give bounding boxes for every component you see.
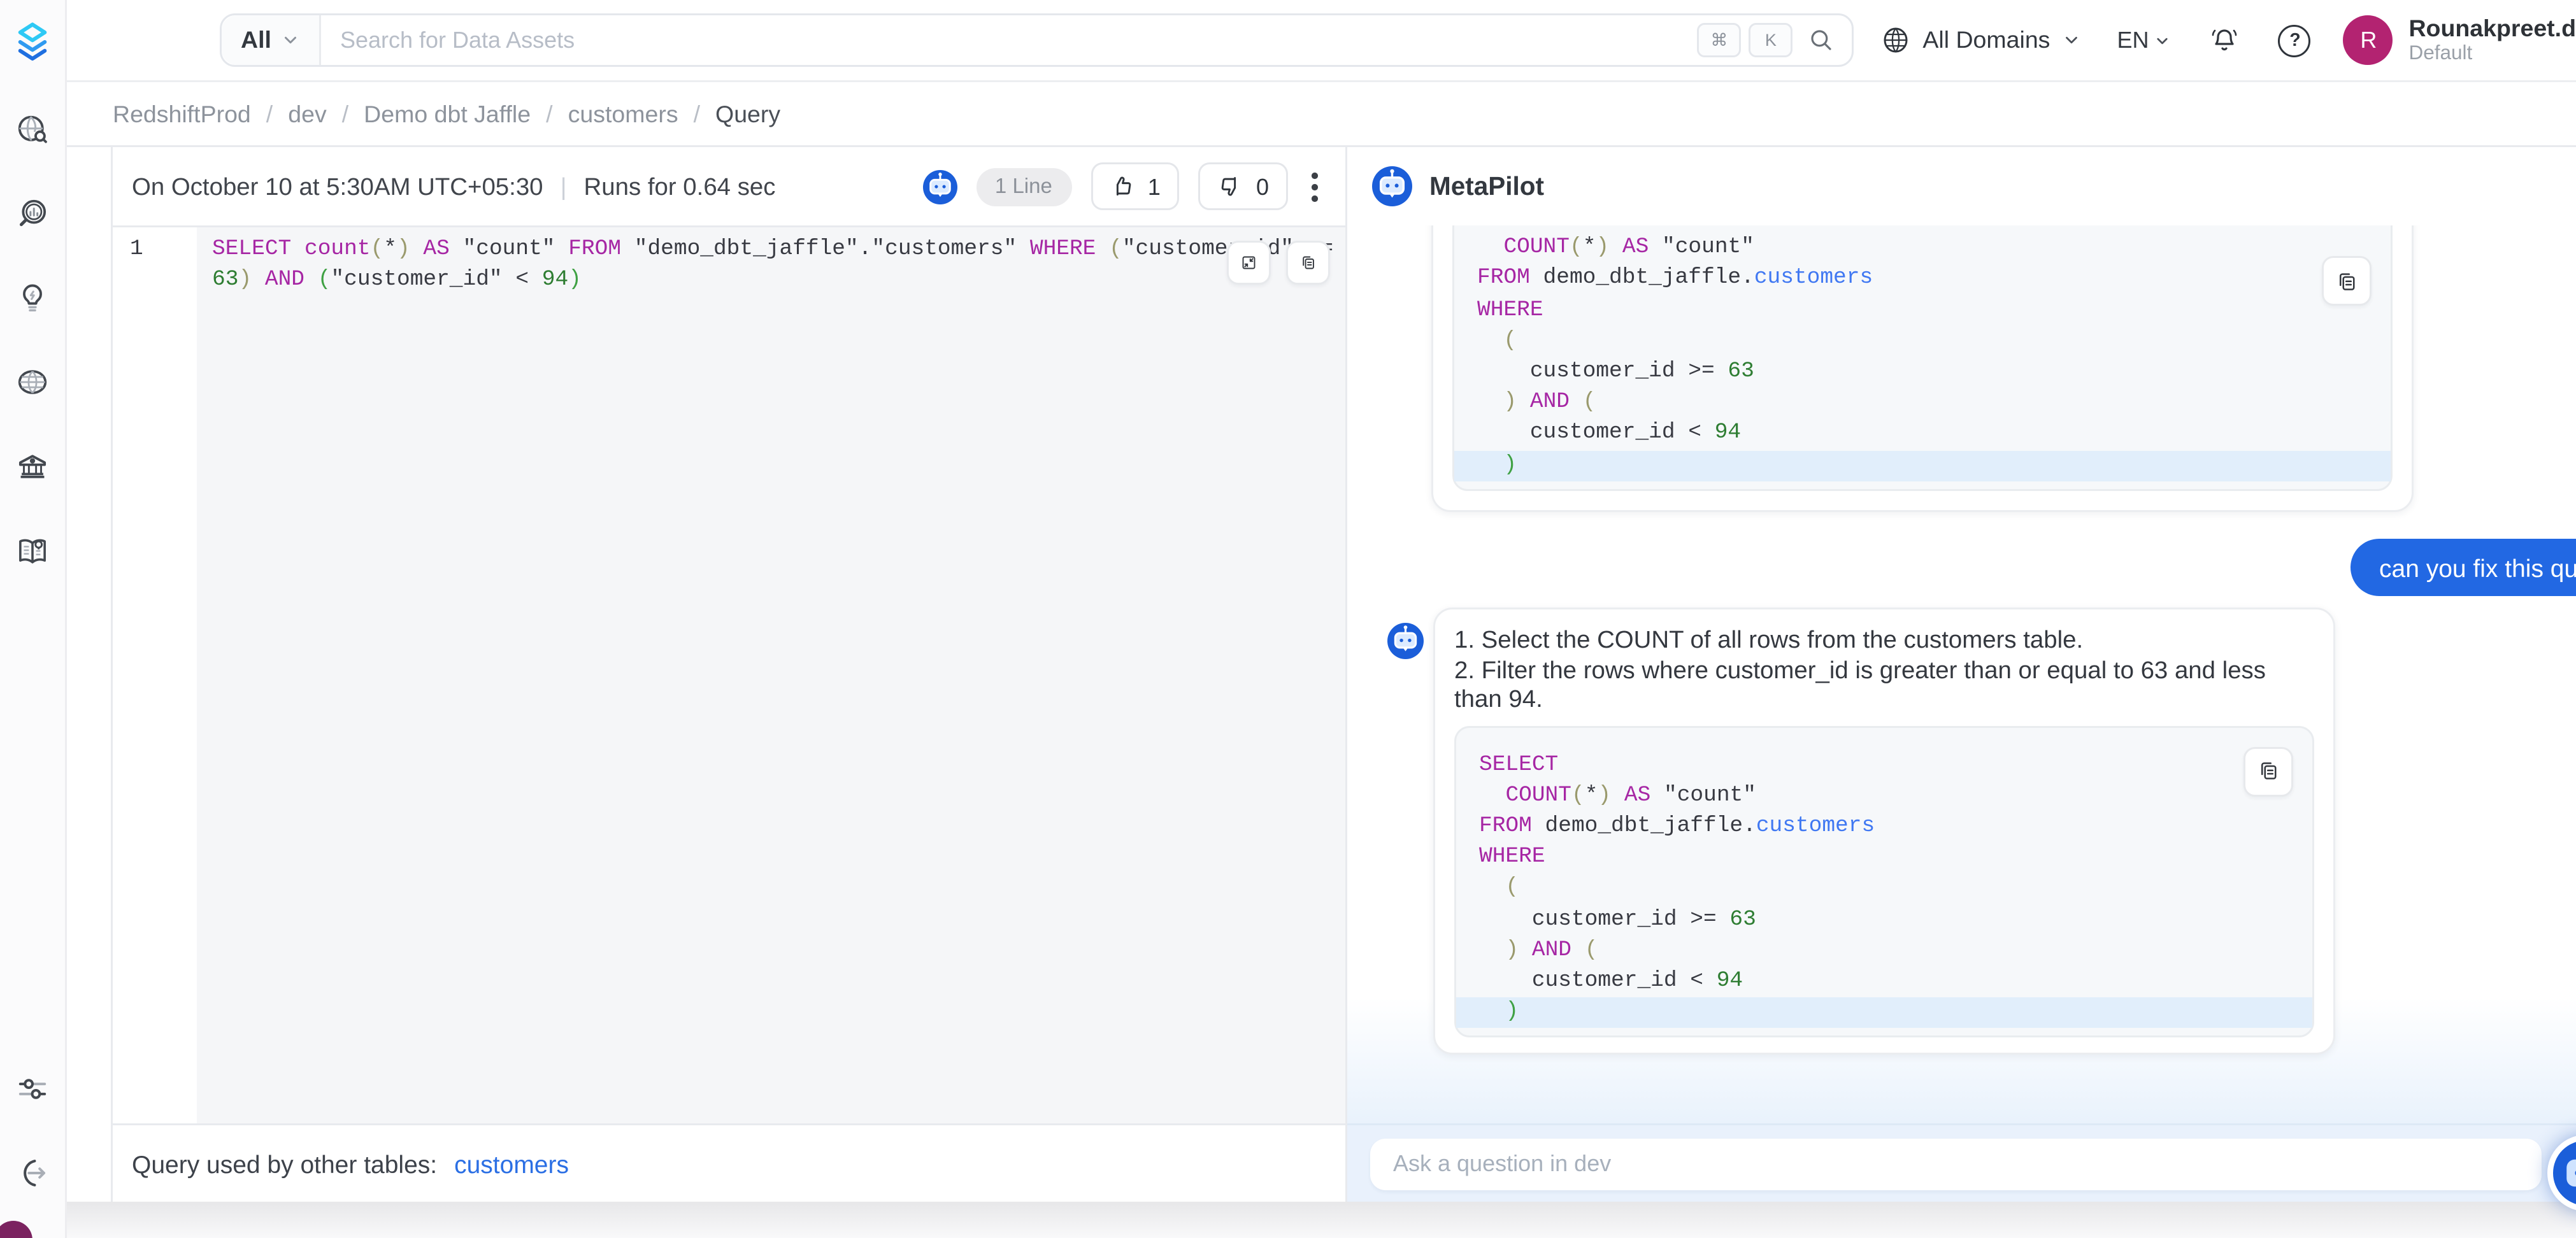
chat-input[interactable] [1370,1138,2542,1190]
assistant-bulb-icon[interactable] [15,281,50,315]
breadcrumb-separator: / [266,101,273,127]
left-rail [0,0,67,1238]
breadcrumb-separator: / [546,101,552,127]
help-icon[interactable]: ? [2279,24,2311,57]
query-actions: 1 Line 1 0 [922,162,1322,210]
metapilot-title: MetaPilot [1429,172,1544,201]
query-card: On October 10 at 5:30AM UTC+05:30 | Runs… [111,147,1345,1202]
language-label: EN [2117,27,2149,53]
breadcrumb: RedshiftProd / dev / Demo dbt Jaffle / c… [67,82,2576,145]
answer-step-1: 1. Select the COUNT of all rows from the… [1454,625,2314,655]
cmd-keycap: ⌘ [1697,23,1741,57]
breadcrumb-schema[interactable]: Demo dbt Jaffle [364,101,531,127]
copy-code-button[interactable] [2243,746,2293,796]
query-runtime: Runs for 0.64 sec [584,172,776,201]
search-icon[interactable] [1808,27,1835,53]
meta-divider: | [561,172,567,201]
rail-nav [15,113,50,567]
breadcrumb-database[interactable]: dev [288,101,326,127]
sql-code-area[interactable]: SELECT count(*) AS "count" FROM "demo_db… [197,227,1345,1123]
domains-dropdown[interactable]: All Domains [1880,25,2080,55]
thumbs-up-icon [1110,174,1134,199]
code-lines: SELECT COUNT(*) AS "count"FROM demo_dbt_… [1479,750,2289,1028]
app-window: All ⌘ K All Domains EN [0,0,2576,1238]
downvote-button[interactable]: 0 [1199,162,1288,210]
domains-label: All Domains [1922,27,2050,53]
metapilot-header: MetaPilot [1347,147,2576,225]
k-keycap: K [1749,23,1792,57]
breadcrumb-table[interactable]: customers [568,101,678,127]
chat-messages[interactable]: SELECT COUNT(*) AS "count"FROM demo_dbt_… [1347,225,2576,1123]
top-bar: All ⌘ K All Domains EN [67,0,2576,82]
copy-query-button[interactable] [1286,241,1330,285]
editor-actions [1227,241,1330,285]
discover-assets-icon[interactable] [15,113,50,147]
metapilot-avatar-icon [1372,166,1412,206]
glossary-book-icon[interactable] [15,533,50,567]
chevron-down-icon [2061,31,2080,50]
notifications-bell-icon[interactable] [2210,25,2240,55]
bot-avatar-icon [1387,623,1424,659]
upvote-count: 1 [1148,173,1161,200]
breadcrumb-current: Query [715,101,780,127]
chat-input-bar [1347,1123,2576,1202]
sql-editor[interactable]: 1 SELECT count(*) AS "count" FROM "demo_… [113,227,1345,1123]
user-avatar[interactable]: R [2343,15,2393,65]
chevron-down-icon [281,31,300,50]
line-number: 1 [130,235,197,266]
sql-code-block: SELECT COUNT(*) AS "count"FROM demo_dbt_… [1452,225,2393,490]
rail-bottom-nav [15,1072,50,1238]
global-search: All ⌘ K [220,13,1854,67]
upvote-button[interactable]: 1 [1091,162,1180,210]
chevron-down-icon [2154,32,2172,49]
answer-step-2: 2. Filter the rows where customer_id is … [1454,655,2314,714]
insights-metrics-icon[interactable] [15,197,50,231]
bot-message-code: SELECT COUNT(*) AS "count"FROM demo_dbt_… [1431,225,2414,511]
main-column: All ⌘ K All Domains EN [67,0,2576,1238]
search-scope-dropdown[interactable]: All [222,15,321,65]
query-run-meta: On October 10 at 5:30AM UTC+05:30 | Runs… [132,172,775,201]
sql-code-block: SELECT COUNT(*) AS "count"FROM demo_dbt_… [1454,725,2314,1038]
query-run-timestamp: On October 10 at 5:30AM UTC+05:30 [132,172,543,201]
user-menu[interactable]: R Rounakpreet.d Default [2343,15,2576,65]
domains-globe-icon[interactable] [15,365,50,399]
thumbs-down-icon [1218,174,1243,199]
search-scope-label: All [241,27,271,53]
app-logo-icon[interactable] [11,19,54,65]
bot-message-answer: 1. Select the COUNT of all rows from the… [1433,608,2335,1055]
content-region: On October 10 at 5:30AM UTC+05:30 | Runs… [67,145,2576,1202]
code-lines: SELECT COUNT(*) AS "count"FROM demo_dbt_… [1477,225,2368,481]
more-options-icon[interactable] [1307,171,1322,202]
breadcrumb-connection[interactable]: RedshiftProd [113,101,251,127]
breadcrumb-separator: / [694,101,700,127]
used-by-label: Query used by other tables: [132,1149,437,1178]
page-bottom-strip [67,1202,2576,1238]
used-by-table-link[interactable]: customers [454,1149,569,1178]
query-footer: Query used by other tables: customers [113,1123,1345,1202]
query-panel-margin [67,147,111,1202]
globe-icon [1880,25,1911,55]
metapilot-panel: MetaPilot SELECT COUNT(*) AS "count"FROM… [1345,147,2576,1202]
breadcrumb-separator: / [342,101,348,127]
query-panel: On October 10 at 5:30AM UTC+05:30 | Runs… [67,147,1345,1202]
preferences-sliders-icon[interactable] [15,1072,50,1106]
query-header: On October 10 at 5:30AM UTC+05:30 | Runs… [113,147,1345,227]
governance-bank-icon[interactable] [15,449,50,483]
user-names: Rounakpreet.d Default [2408,15,2576,65]
user-workspace: Default [2408,42,2576,65]
topbar-right-group: All Domains EN ? R Rounak [1880,15,2576,65]
line-number-gutter: 1 [113,227,197,1123]
line-count-badge: 1 Line [976,167,1071,206]
downvote-count: 0 [1256,173,1269,200]
copy-code-button[interactable] [2322,256,2372,306]
logout-icon[interactable] [15,1156,50,1190]
language-dropdown[interactable]: EN [2117,27,2172,53]
user-message-bubble: can you fix this query [2351,539,2576,596]
user-name: Rounakpreet.d [2408,15,2576,42]
search-input[interactable] [321,27,1697,53]
collapse-editor-button[interactable] [1227,241,1271,285]
answer-steps: 1. Select the COUNT of all rows from the… [1454,625,2314,714]
metapilot-bot-icon[interactable] [922,169,957,204]
